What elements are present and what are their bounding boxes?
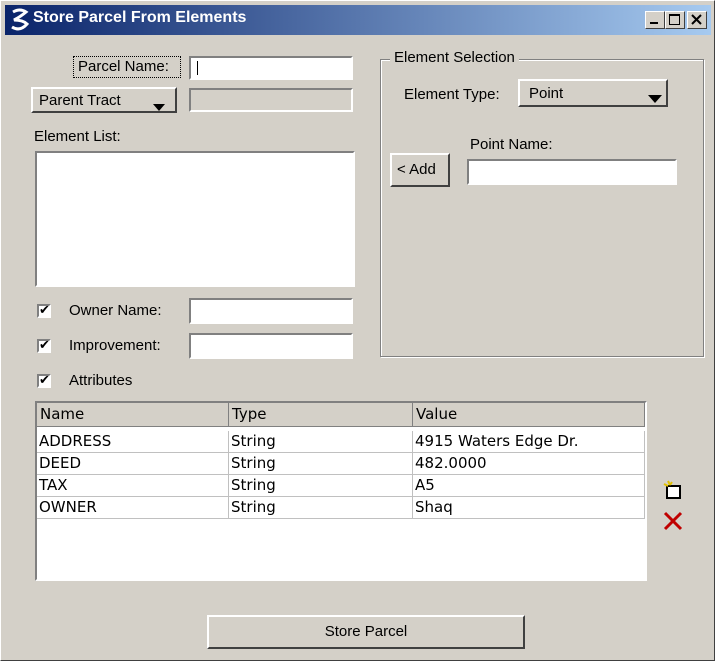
- parcel-name-input[interactable]: [189, 56, 353, 80]
- attributes-checkbox[interactable]: ✔: [37, 374, 51, 388]
- parent-tract-label: Parent Tract: [39, 92, 121, 109]
- parent-tract-dropdown[interactable]: Parent Tract: [31, 87, 177, 113]
- add-button-label: < Add: [397, 161, 436, 178]
- add-button[interactable]: < Add: [390, 153, 450, 187]
- element-type-dropdown[interactable]: Point: [518, 79, 668, 107]
- minimize-icon: [650, 22, 658, 24]
- store-parcel-label: Store Parcel: [324, 623, 408, 640]
- improvement-label: Improvement:: [69, 337, 161, 354]
- attributes-label: Attributes: [69, 372, 133, 389]
- parent-tract-field: [189, 88, 353, 112]
- element-list[interactable]: [35, 151, 355, 287]
- table-cell-type[interactable]: String: [229, 431, 413, 453]
- owner-name-input[interactable]: [189, 298, 353, 324]
- column-header-name[interactable]: Name: [37, 403, 229, 427]
- new-attribute-icon: [663, 480, 681, 499]
- improvement-input[interactable]: [189, 333, 353, 359]
- maximize-button[interactable]: [665, 11, 685, 29]
- maximize-icon: [669, 14, 680, 25]
- delete-attribute-button[interactable]: [661, 509, 685, 533]
- element-type-value: Point: [529, 85, 564, 102]
- attributes-table[interactable]: Name Type Value ADDRESS String 4915 Wate…: [35, 401, 647, 581]
- owner-name-label: Owner Name:: [69, 302, 162, 319]
- app-logo-icon: [11, 8, 30, 31]
- window-title: Store Parcel From Elements: [33, 9, 247, 26]
- element-list-label: Element List:: [34, 128, 121, 145]
- owner-name-checkbox[interactable]: ✔: [37, 304, 51, 318]
- table-cell-value[interactable]: 482.0000: [413, 453, 645, 475]
- close-button[interactable]: [687, 11, 707, 29]
- table-cell-name[interactable]: TAX: [37, 475, 229, 497]
- parcel-name-label: Parcel Name:: [78, 58, 169, 75]
- element-selection-title: Element Selection: [390, 49, 519, 66]
- table-cell-name[interactable]: OWNER: [37, 497, 229, 519]
- new-attribute-button[interactable]: [661, 479, 685, 501]
- element-type-label: Element Type:: [404, 86, 500, 103]
- chevron-down-icon: [153, 97, 165, 115]
- store-parcel-button[interactable]: Store Parcel: [207, 615, 525, 649]
- chevron-down-icon: [648, 89, 662, 107]
- table-cell-value[interactable]: A5: [413, 475, 645, 497]
- improvement-checkbox[interactable]: ✔: [37, 339, 51, 353]
- table-cell-value[interactable]: Shaq: [413, 497, 645, 519]
- column-header-value[interactable]: Value: [413, 403, 645, 427]
- parcel-name-label-box: Parcel Name:: [73, 56, 181, 78]
- table-cell-type[interactable]: String: [229, 497, 413, 519]
- minimize-button[interactable]: [645, 11, 665, 29]
- point-name-label: Point Name:: [470, 136, 553, 153]
- delete-attribute-icon: [663, 511, 683, 531]
- column-header-type[interactable]: Type: [229, 403, 413, 427]
- dialog-window: Store Parcel From Elements Parcel Name: …: [0, 0, 715, 661]
- table-cell-name[interactable]: ADDRESS: [37, 431, 229, 453]
- close-icon: [691, 14, 702, 25]
- table-cell-type[interactable]: String: [229, 475, 413, 497]
- table-cell-type[interactable]: String: [229, 453, 413, 475]
- text-cursor: [197, 61, 198, 75]
- point-name-input[interactable]: [467, 159, 677, 185]
- table-cell-name[interactable]: DEED: [37, 453, 229, 475]
- table-cell-value[interactable]: 4915 Waters Edge Dr.: [413, 431, 645, 453]
- title-bar[interactable]: Store Parcel From Elements: [5, 5, 711, 35]
